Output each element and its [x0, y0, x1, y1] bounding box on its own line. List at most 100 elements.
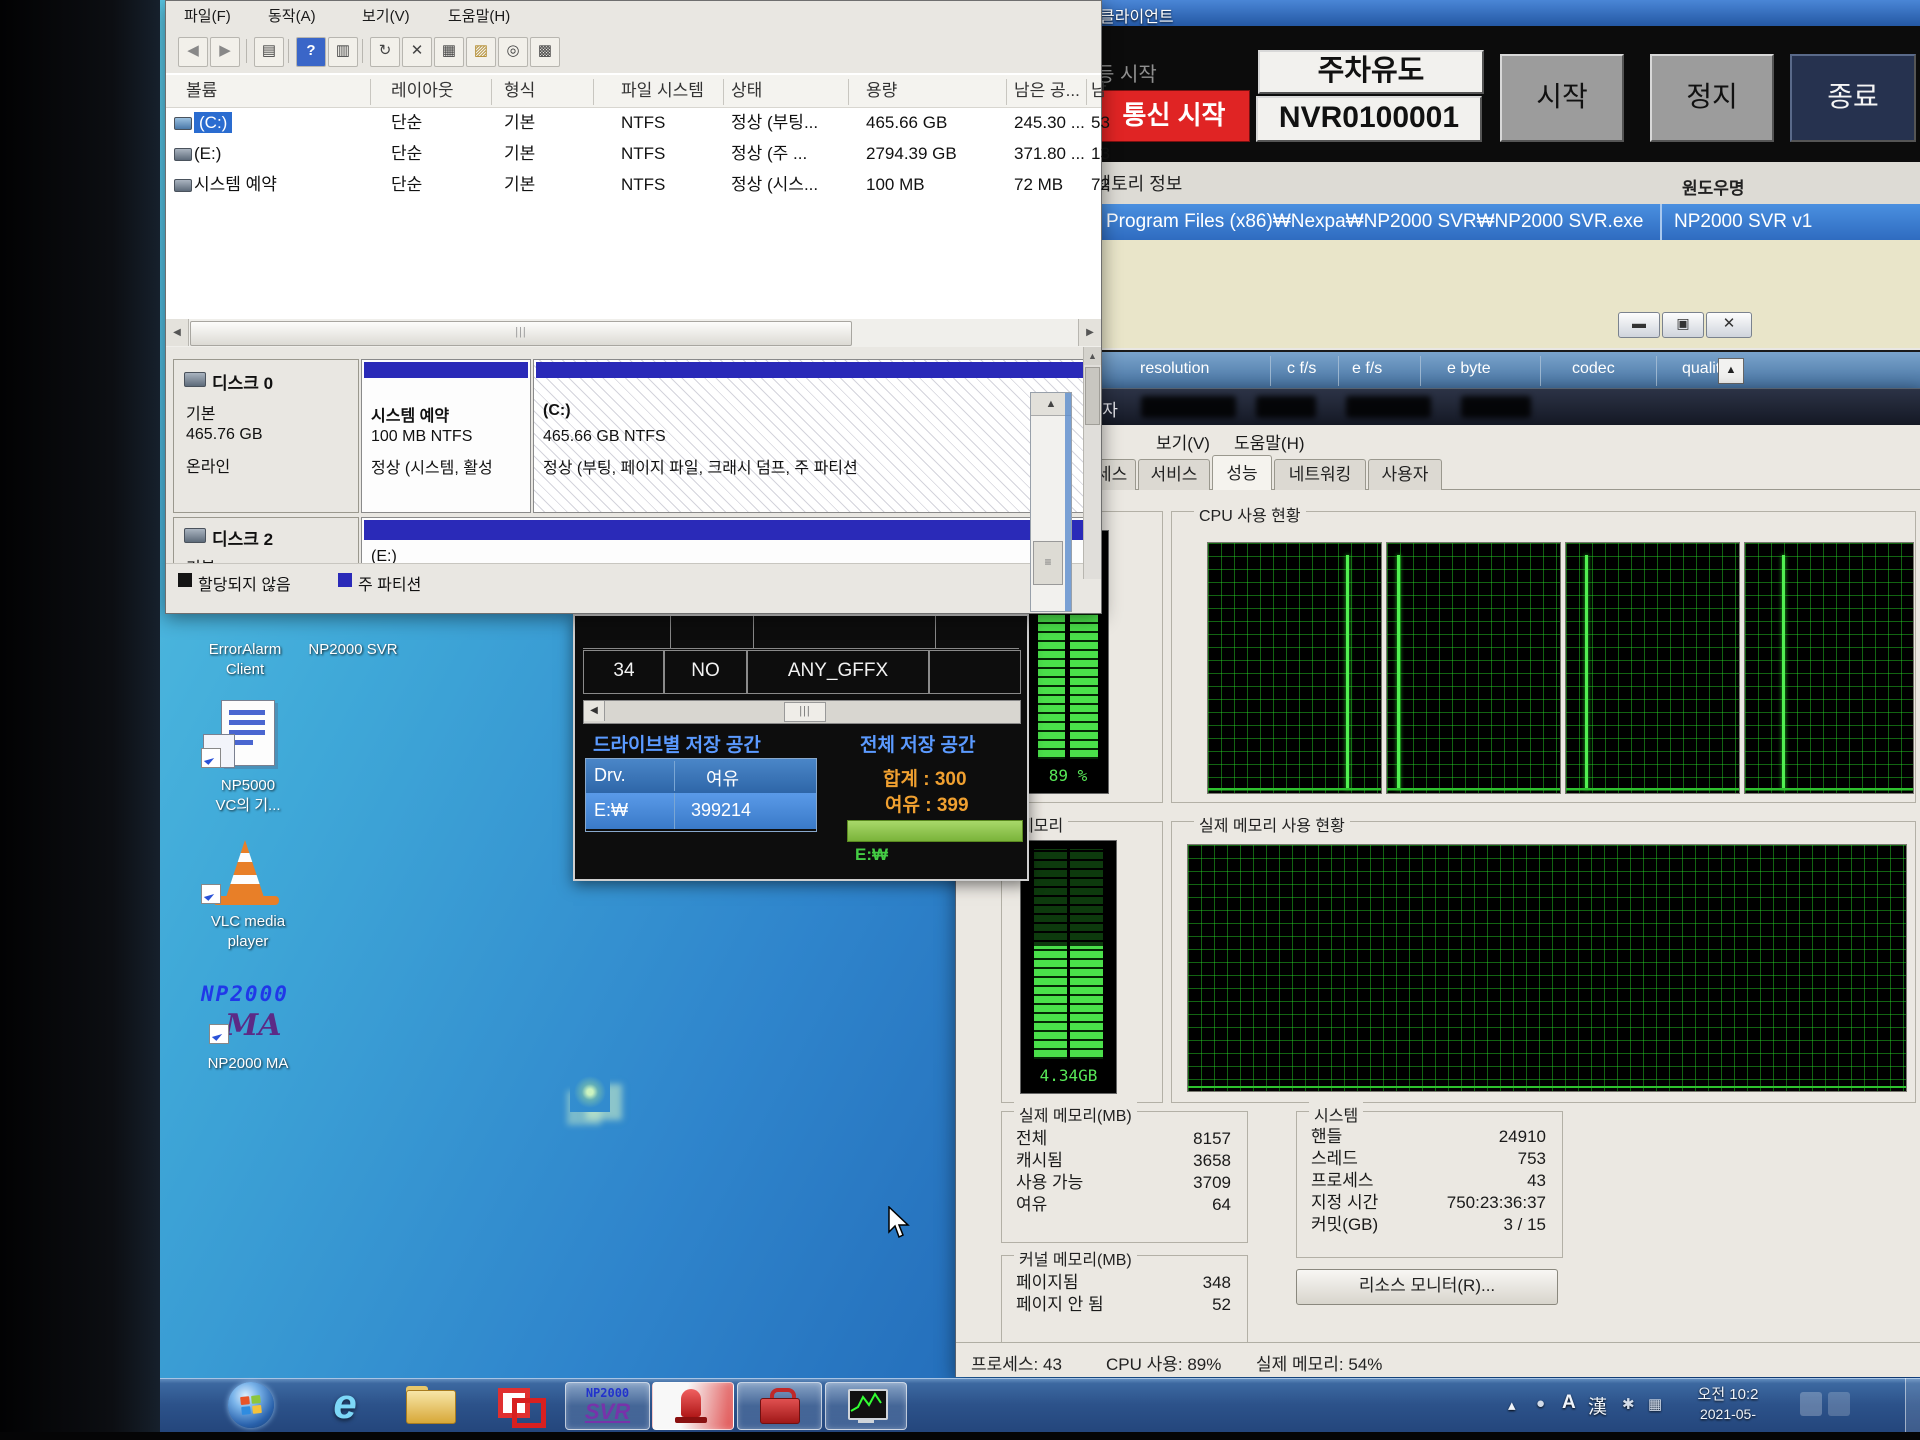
restore-button[interactable]: ▣: [1662, 312, 1704, 338]
scroll-thumb[interactable]: |||: [190, 321, 852, 346]
scroll-up-icon[interactable]: ▲: [1084, 347, 1101, 365]
desktop-icon-vlc[interactable]: VLC media player: [173, 840, 323, 965]
start-button[interactable]: 시작: [1500, 54, 1624, 142]
drive-row[interactable]: E:₩ 399214: [586, 793, 816, 829]
icon-glyph: ▦: [442, 42, 456, 59]
taskbar-button-toolbox[interactable]: [737, 1382, 822, 1430]
tray-extra-icon[interactable]: [1800, 1392, 1822, 1416]
help-icon[interactable]: ?: [296, 37, 326, 67]
col-capacity[interactable]: 용량: [866, 75, 897, 107]
col-cfs[interactable]: c f/s: [1287, 360, 1316, 378]
icon-label: VLC media: [211, 913, 285, 930]
menu-action[interactable]: 동작(A): [258, 3, 326, 28]
bar-drive-label: E:₩: [855, 845, 888, 865]
menu-view[interactable]: 보기(V): [1146, 427, 1220, 456]
partition-c[interactable]: (C:) 465.66 GB NTFS 정상 (부팅, 페이지 파일, 크래시 …: [533, 359, 1086, 513]
col-volume[interactable]: 볼륨: [186, 75, 217, 107]
volume-row-system-reserved[interactable]: 시스템 예약 단순 기본 NTFS 정상 (시스... 100 MB 72 MB…: [166, 169, 1101, 200]
forward-icon[interactable]: ▶: [210, 37, 240, 67]
properties-icon[interactable]: ▦: [434, 37, 464, 67]
settings-icon[interactable]: ▩: [530, 37, 560, 67]
stat-value: 43: [1527, 1170, 1546, 1192]
col-efs[interactable]: e f/s: [1352, 360, 1382, 378]
close-button[interactable]: ✕: [1706, 312, 1752, 338]
stat-label: 캐시됨: [1016, 1150, 1063, 1172]
desktop-icon-np2000-ma[interactable]: NP2000 MA NP2000 MA: [173, 982, 323, 1092]
refresh-icon[interactable]: ↻: [370, 37, 400, 67]
col-free[interactable]: 남은 공...: [1014, 75, 1080, 107]
ime-english-icon[interactable]: A: [1562, 1392, 1576, 1414]
tray-app-icon[interactable]: ▦: [1648, 1395, 1662, 1413]
col-resolution[interactable]: resolution: [1140, 360, 1209, 378]
partition-system-reserved[interactable]: 시스템 예약 100 MB NTFS 정상 (시스템, 활성: [361, 359, 531, 513]
ime-hanja-icon[interactable]: 漢: [1588, 1392, 1607, 1419]
siren-icon: [681, 1389, 701, 1417]
desktop-icon-np5000[interactable]: NP5000 VC의 기...: [173, 700, 323, 825]
taskbar-button-erroralarm[interactable]: [652, 1382, 734, 1430]
menu-file[interactable]: 파일(F): [174, 3, 241, 28]
col-layout[interactable]: 레이아웃: [391, 75, 454, 107]
scroll-thumb[interactable]: [1085, 367, 1100, 425]
grid-cell-channel[interactable]: 34: [583, 650, 665, 694]
scroll-left-icon[interactable]: ◀: [166, 319, 189, 346]
clock[interactable]: 오전 10:2 2021-05-: [1676, 1385, 1780, 1425]
scroll-left-icon[interactable]: ◀: [584, 701, 605, 721]
grid-cell-empty[interactable]: [928, 650, 1021, 694]
horizontal-scrollbar[interactable]: ◀ ▶ |||: [166, 319, 1101, 348]
red-frames-app-icon[interactable]: [498, 1386, 544, 1426]
delete-icon[interactable]: ✕: [402, 37, 432, 67]
disk0-info-cell[interactable]: 디스크 0 기본 465.76 GB 온라인: [173, 359, 359, 513]
tray-extra-icon[interactable]: [1828, 1392, 1850, 1416]
search-icon[interactable]: ◎: [498, 37, 528, 67]
menu-help[interactable]: 도움말(H): [438, 3, 520, 28]
background-scrollbar[interactable]: ▲ ≡: [1030, 392, 1072, 612]
scroll-thumb[interactable]: ≡: [1033, 541, 1063, 585]
file-explorer-icon[interactable]: [406, 1386, 456, 1424]
detail-view-icon[interactable]: ▥: [328, 37, 358, 67]
col-status[interactable]: 상태: [731, 75, 762, 107]
col-codec[interactable]: codec: [1572, 360, 1615, 378]
minimize-button[interactable]: ▬: [1618, 312, 1660, 338]
icon-glyph: ▨: [474, 42, 488, 59]
resource-monitor-button[interactable]: 리소스 모니터(R)...: [1296, 1269, 1558, 1305]
volume-row-c[interactable]: (C:) 단순 기본 NTFS 정상 (부팅... 465.66 GB 245.…: [166, 107, 1101, 138]
tab-services[interactable]: 서비스: [1138, 459, 1210, 490]
menu-view[interactable]: 보기(V): [352, 3, 420, 28]
titlebar[interactable]: 클라이언트: [1090, 0, 1920, 26]
scroll-up-icon[interactable]: ▲: [1718, 358, 1744, 384]
col-filesystem[interactable]: 파일 시스템: [621, 75, 704, 107]
exit-button[interactable]: 종료: [1790, 54, 1916, 142]
tray-settings-icon[interactable]: ✱: [1622, 1395, 1635, 1413]
tab-networking[interactable]: 네트워킹: [1274, 459, 1366, 490]
scroll-right-icon[interactable]: ▶: [1078, 319, 1101, 346]
desktop-icon-np2000-svr[interactable]: NP2000 SVR: [278, 640, 428, 660]
taskbar-button-task-manager[interactable]: [825, 1382, 907, 1430]
tab-users[interactable]: 사용자: [1368, 459, 1442, 490]
start-button[interactable]: [228, 1382, 274, 1428]
show-desktop-button[interactable]: [1905, 1378, 1920, 1432]
volume-row-e[interactable]: (E:) 단순 기본 NTFS 정상 (주 ... 2794.39 GB 371…: [166, 138, 1101, 169]
stop-button[interactable]: 정지: [1650, 54, 1774, 142]
tray-status-icon[interactable]: ●: [1536, 1395, 1545, 1412]
tab-performance[interactable]: 성능: [1212, 455, 1272, 490]
col-ebyte[interactable]: e byte: [1447, 360, 1491, 378]
scroll-thumb[interactable]: |||: [784, 702, 826, 722]
list-view-icon[interactable]: ▤: [254, 37, 284, 67]
vertical-scrollbar[interactable]: ▲: [1083, 347, 1101, 579]
open-icon[interactable]: ▨: [466, 37, 496, 67]
grid-cell-name[interactable]: ANY_GFFX: [746, 650, 930, 694]
col-free-pct[interactable]: 남: [1091, 75, 1107, 107]
shortcut-arrow-icon: [201, 884, 221, 904]
col-type[interactable]: 형식: [504, 75, 535, 107]
grid-cell-flag[interactable]: NO: [663, 650, 748, 694]
taskbar-button-np2000-svr[interactable]: NP2000 SVR: [565, 1382, 650, 1430]
tray-expand-icon[interactable]: ▴: [1508, 1396, 1516, 1414]
internet-explorer-icon[interactable]: e: [318, 1380, 372, 1430]
comm-start-button[interactable]: 통신 시작: [1098, 90, 1250, 142]
vlc-cone-base: [213, 896, 279, 905]
horizontal-scrollbar[interactable]: ◀ |||: [583, 700, 1021, 724]
back-icon[interactable]: ◀: [178, 37, 208, 67]
selected-path-row[interactable]: Program Files (x86)₩Nexpa₩NP2000 SVR₩NP2…: [1090, 204, 1920, 240]
total-free: 여유 : 399: [885, 790, 1021, 817]
menu-help[interactable]: 도움말(H): [1224, 427, 1315, 456]
